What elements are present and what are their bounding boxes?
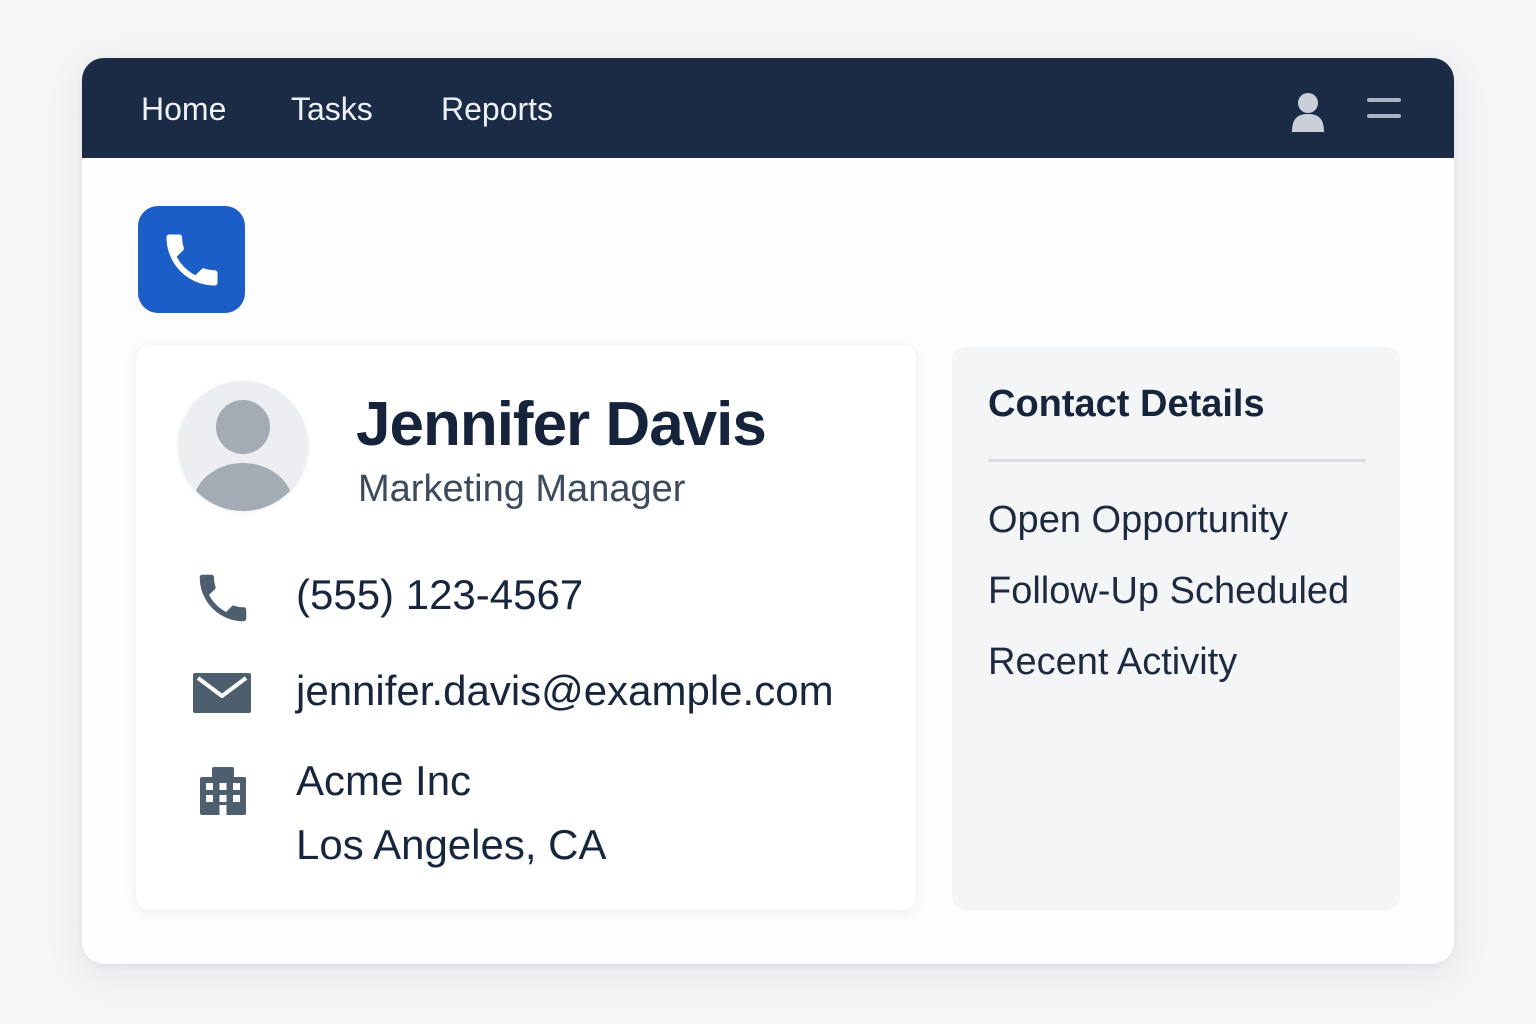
phone-icon [166,234,217,285]
contact-details-panel: Contact Details Open Opportunity Follow-… [952,347,1400,910]
user-icon[interactable] [1290,92,1326,132]
contact-location: Los Angeles, CA [296,821,607,868]
nav-home-link[interactable]: Home [141,90,226,128]
avatar [178,381,308,511]
top-navbar: Home Tasks Reports [82,58,1454,158]
nav-tasks-link[interactable]: Tasks [291,90,373,128]
building-icon [198,765,248,820]
panel-item-recent-activity[interactable]: Recent Activity [988,639,1237,685]
panel-item-follow-up-scheduled[interactable]: Follow-Up Scheduled [988,568,1349,614]
contact-name: Jennifer Davis [356,390,767,459]
phone-app-icon[interactable] [138,206,245,313]
divider [988,459,1366,462]
panel-title: Contact Details [988,383,1265,425]
phone-icon [192,567,254,634]
app-window: Home Tasks Reports Jennifer Davis Market… [82,58,1454,964]
contact-phone[interactable]: (555) 123-4567 [296,571,583,619]
contact-email[interactable]: jennifer.davis@example.com [296,667,834,715]
contact-company: Acme Inc [296,757,472,804]
mail-icon [192,672,252,719]
panel-item-open-opportunity[interactable]: Open Opportunity [988,497,1288,543]
contact-job-title: Marketing Manager [358,468,686,510]
nav-reports-link[interactable]: Reports [441,90,553,128]
hamburger-menu-icon[interactable] [1366,96,1402,122]
contact-card: Jennifer Davis Marketing Manager (555) 1… [136,345,916,910]
